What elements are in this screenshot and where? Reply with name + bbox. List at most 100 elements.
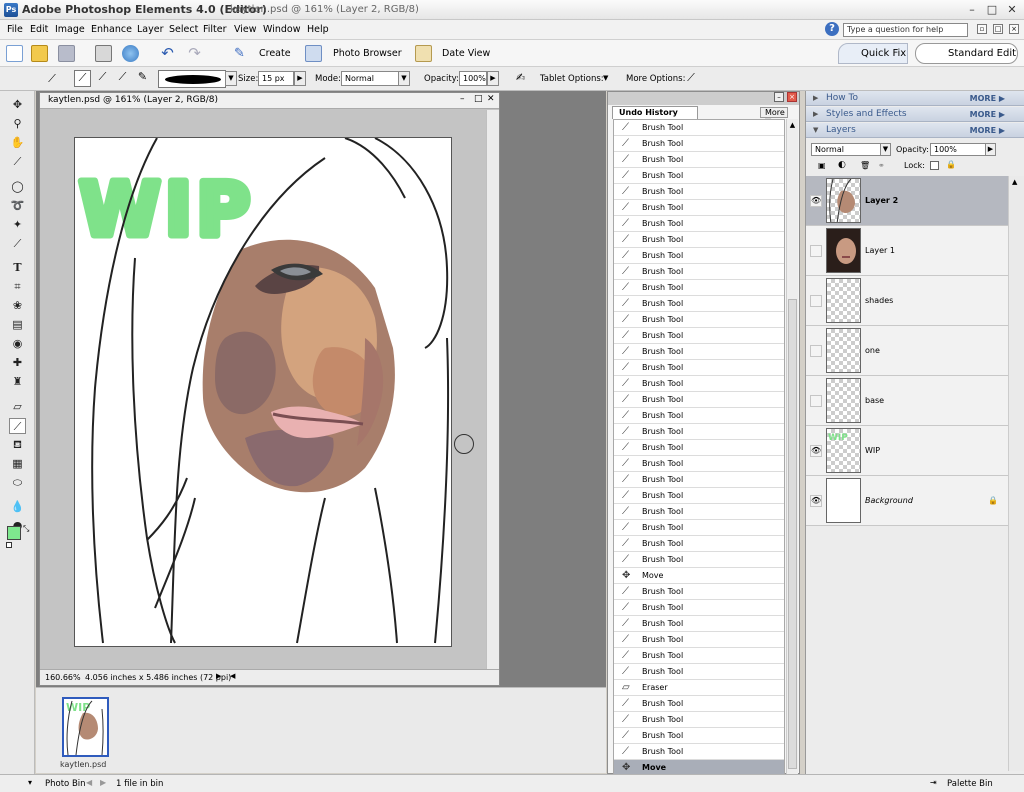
more-options-button[interactable]: More Options: <box>626 74 685 84</box>
type-tool-icon[interactable]: T <box>9 260 26 276</box>
status-scroll-left[interactable]: ◀ <box>230 672 235 680</box>
quick-fix-button[interactable]: Quick Fix <box>838 43 908 64</box>
undo-history-item[interactable]: ⟋ Brush Tool <box>614 248 784 264</box>
styles-effects-header[interactable]: ▶ Styles and Effects MORE ▶ <box>806 107 1024 122</box>
size-input[interactable]: 15 px <box>258 71 294 86</box>
bin-next-icon[interactable]: ▶ <box>100 778 106 787</box>
menu-enhance[interactable]: Enhance <box>91 24 132 35</box>
tablet-options-arrow[interactable]: ▼ <box>603 74 608 82</box>
lock-all-icon[interactable]: 🔒 <box>946 160 956 169</box>
layer-opacity-input[interactable]: 100% <box>930 143 986 156</box>
tablet-options-button[interactable]: Tablet Options: <box>540 74 604 84</box>
undo-history-item[interactable]: ⟋ Brush Tool <box>614 232 784 248</box>
close-icon[interactable]: ✕ <box>1004 3 1020 17</box>
undo-history-item[interactable]: ⟋ Brush Tool <box>614 136 784 152</box>
undo-history-item[interactable]: ⟋ Brush Tool <box>614 408 784 424</box>
undo-history-item[interactable]: ⟋ Brush Tool <box>614 472 784 488</box>
size-slider-arrow[interactable]: ▶ <box>294 71 306 86</box>
palette-bin-toggle-icon[interactable]: ⇥ <box>930 778 937 787</box>
undo-history-item[interactable]: ⟋ Brush Tool <box>614 728 784 744</box>
layers-header[interactable]: ▼ Layers MORE ▶ <box>806 123 1024 138</box>
layers-scroll-up-icon[interactable]: ▲ <box>1012 178 1017 186</box>
styles-more-button[interactable]: MORE ▶ <box>970 110 1005 119</box>
brush-tool-icon[interactable]: ⟋ <box>9 418 26 434</box>
undo-history-item[interactable]: ⟋ Brush Tool <box>614 440 784 456</box>
hand-tool-icon[interactable]: ✋ <box>9 135 26 151</box>
photo-browser-button[interactable]: Photo Browser <box>333 48 402 59</box>
undo-history-item[interactable]: ⟋ Brush Tool <box>614 360 784 376</box>
gradient-tool-icon[interactable]: ▦ <box>9 456 26 472</box>
shape-tool-icon[interactable]: ⬭ <box>9 475 26 491</box>
photo-bin-thumbnail[interactable]: WIP <box>62 697 109 757</box>
undo-history-item[interactable]: ⟋ Brush Tool <box>614 648 784 664</box>
zoom-tool-icon[interactable]: ⚲ <box>9 116 26 132</box>
standard-edit-button[interactable]: Standard Edit <box>915 43 1018 64</box>
opacity-slider-arrow[interactable]: ▶ <box>487 71 499 86</box>
selection-brush-tool-icon[interactable]: ⟋ <box>9 236 26 252</box>
more-options-brush-icon[interactable]: ⟋ <box>684 71 698 87</box>
healing-brush-tool-icon[interactable]: ✚ <box>9 355 26 371</box>
doc-maximize-icon[interactable]: □ <box>993 24 1003 34</box>
menu-image[interactable]: Image <box>55 24 85 35</box>
delete-layer-icon[interactable]: 🗑 <box>860 161 870 170</box>
layers-scrollbar[interactable]: ▲ <box>1008 176 1024 771</box>
brush-stroke-preview[interactable] <box>158 70 226 88</box>
undo-history-item[interactable]: ⟋ Brush Tool <box>614 200 784 216</box>
status-menu-arrow[interactable]: ▶ <box>216 672 221 680</box>
bin-prev-icon[interactable]: ◀ <box>86 778 92 787</box>
foreground-color-swatch[interactable] <box>7 526 21 540</box>
doc-minimize-icon[interactable]: – <box>460 94 465 104</box>
undo-more-button[interactable]: More ▼ <box>760 107 788 126</box>
undo-history-item[interactable]: ⟋ Brush Tool <box>614 120 784 136</box>
help-question-icon[interactable]: ? <box>825 22 839 36</box>
menu-window[interactable]: Window <box>263 24 300 35</box>
lasso-tool-icon[interactable]: ➰ <box>9 198 26 214</box>
default-colors-icon[interactable] <box>6 542 12 548</box>
document-vertical-scrollbar[interactable] <box>486 110 499 670</box>
undo-history-item[interactable]: ⟋ Brush Tool <box>614 664 784 680</box>
menu-select[interactable]: Select <box>169 24 198 35</box>
blend-mode-select[interactable]: Normal <box>811 143 881 156</box>
blur-tool-icon[interactable]: 💧 <box>9 499 26 515</box>
how-to-more-button[interactable]: MORE ▶ <box>970 94 1005 103</box>
doc-window-maximize-icon[interactable]: □ <box>474 94 483 104</box>
undo-history-item[interactable]: ⟋ Brush Tool <box>614 312 784 328</box>
mode-dropdown-arrow[interactable]: ▼ <box>398 71 410 86</box>
layer-row-base[interactable]: base <box>806 376 1008 426</box>
undo-history-item[interactable]: ⟋ Brush Tool <box>614 632 784 648</box>
how-to-header[interactable]: ▶ How To MORE ▶ <box>806 91 1024 106</box>
undo-history-item[interactable]: ⟋ Brush Tool <box>614 536 784 552</box>
doc-restore-icon[interactable]: ▫ <box>977 24 987 34</box>
layer-row-one[interactable]: one <box>806 326 1008 376</box>
lock-transparency-icon[interactable] <box>930 161 939 170</box>
menu-layer[interactable]: Layer <box>137 24 164 35</box>
eyedropper-tool-icon[interactable]: ⟋ <box>9 154 26 170</box>
straighten-tool-icon[interactable]: ▤ <box>9 317 26 333</box>
layer-row-wip[interactable]: 👁 WIP WIP <box>806 426 1008 476</box>
undo-history-scrollbar[interactable]: ▲ <box>786 119 798 775</box>
menu-file[interactable]: File <box>7 24 23 35</box>
move-tool-icon[interactable]: ✥ <box>9 97 26 113</box>
layer-visibility-box[interactable] <box>810 345 822 357</box>
layers-more-button[interactable]: MORE ▶ <box>970 126 1005 135</box>
undo-history-item[interactable]: ⟋ Brush Tool <box>614 152 784 168</box>
undo-history-item[interactable]: ⟋ Brush Tool <box>614 584 784 600</box>
undo-history-item[interactable]: ▱ Eraser <box>614 680 784 696</box>
undo-history-item[interactable]: ⟋ Brush Tool <box>614 504 784 520</box>
minimize-icon[interactable]: – <box>964 3 980 17</box>
layer-visibility-box[interactable] <box>810 295 822 307</box>
redo-icon[interactable]: ↷ <box>186 45 203 62</box>
adjustment-layer-icon[interactable]: ◐ <box>838 160 846 170</box>
airbrush-icon[interactable]: ✍ <box>512 71 529 87</box>
undo-history-item[interactable]: ✥ Move <box>614 760 784 774</box>
create-button[interactable]: Create <box>259 48 291 59</box>
undo-history-item[interactable]: ⟋ Brush Tool <box>614 456 784 472</box>
open-folder-icon[interactable] <box>31 45 48 62</box>
layer-visibility-box[interactable] <box>810 395 822 407</box>
undo-history-item[interactable]: ✥ Move <box>614 568 784 584</box>
clone-stamp-tool-icon[interactable]: ♜ <box>9 374 26 390</box>
mode-select[interactable]: Normal <box>341 71 399 86</box>
menu-edit[interactable]: Edit <box>30 24 48 35</box>
layer-visibility-eye-icon[interactable]: 👁 <box>810 445 822 457</box>
print-icon[interactable] <box>95 45 112 62</box>
